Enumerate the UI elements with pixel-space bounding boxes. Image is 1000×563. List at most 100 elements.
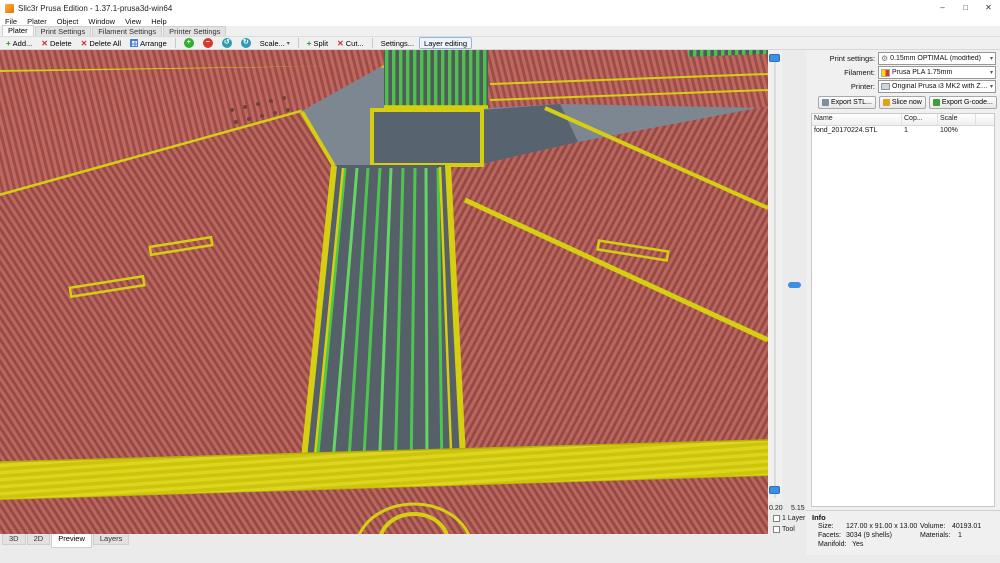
toolbar-separator <box>297 38 299 48</box>
rotate-cw-button[interactable]: ↻ <box>237 37 255 49</box>
manifold-value: Yes <box>852 541 864 548</box>
plater-toolbar: + Add... ✕ Delete ✕ Delete All Arrange +… <box>0 37 1000 50</box>
filament-label: Filament: <box>844 68 875 77</box>
window-controls: – □ ✕ <box>931 0 1000 16</box>
minus-circle-icon: − <box>202 38 213 48</box>
filament-swatch-icon <box>881 68 890 77</box>
export-stl-label: Export STL... <box>831 99 872 106</box>
add-label: Add... <box>12 38 33 48</box>
materials-value: 1 <box>958 532 962 539</box>
column-header-name[interactable]: Name <box>812 114 902 125</box>
tool-row: Tool <box>773 526 795 533</box>
filament-value: Prusa PLA 1.75mm <box>892 69 953 76</box>
info-title: Info <box>812 513 826 522</box>
column-header-scale[interactable]: Scale <box>938 114 976 125</box>
export-gcode-button[interactable]: Export G-code... <box>928 96 997 109</box>
export-stl-button[interactable]: Export STL... <box>818 96 876 109</box>
info-panel: Info Size: 127.00 x 91.00 x 13.00 Volume… <box>806 510 1000 555</box>
delete-button[interactable]: ✕ Delete <box>37 37 75 49</box>
settings-tabbar: Plater Print Settings Filament Settings … <box>0 25 1000 37</box>
slider-handle-high[interactable] <box>769 54 780 62</box>
table-row[interactable]: fond_20170224.STL 1 100% <box>812 126 994 138</box>
scale-label: Scale... <box>259 38 285 48</box>
rotate-ccw-button[interactable]: ↺ <box>218 37 236 49</box>
fewer-copies-button[interactable]: − <box>199 37 217 49</box>
menu-window[interactable]: Window <box>83 17 120 26</box>
one-layer-checkbox[interactable] <box>773 515 780 522</box>
printer-value: Original Prusa i3 MK2 with ZHop <box>892 83 988 90</box>
filament-row: Filament: Prusa PLA 1.75mm ▾ <box>806 66 1000 79</box>
more-copies-button[interactable]: + <box>180 37 198 49</box>
menu-help[interactable]: Help <box>146 17 171 26</box>
splitter-grip[interactable] <box>788 282 801 288</box>
slider-handle-low[interactable] <box>769 486 780 494</box>
split-button[interactable]: + Split <box>303 37 332 49</box>
tool-label: Tool <box>782 526 795 533</box>
tab-print-settings[interactable]: Print Settings <box>34 26 92 36</box>
chevron-down-icon: ▾ <box>989 84 993 90</box>
object-scale-cell: 100% <box>940 127 958 134</box>
tab-filament-settings[interactable]: Filament Settings <box>92 26 163 36</box>
chevron-down-icon: ▾ <box>286 40 290 47</box>
support-block <box>384 50 488 109</box>
gcode-preview-canvas <box>0 50 768 534</box>
rotate-ccw-icon: ↺ <box>221 38 232 48</box>
toolbox-icon <box>882 99 890 106</box>
filament-combo[interactable]: Prusa PLA 1.75mm ▾ <box>878 66 996 79</box>
column-header-filler <box>976 114 994 125</box>
window-title: Slic3r Prusa Edition - 1.37.1-prusa3d-wi… <box>18 3 173 13</box>
export-buttons-row: Export STL... Slice now Export G-code... <box>818 96 997 109</box>
gcode-preview-viewport[interactable] <box>0 50 768 534</box>
minimize-button[interactable]: – <box>931 0 954 16</box>
delete-all-label: Delete All <box>89 38 122 48</box>
facets-value: 3034 (9 shells) <box>846 532 892 539</box>
window-opening <box>370 108 484 167</box>
chevron-down-icon: ▾ <box>989 70 993 76</box>
print-settings-row: Print settings: ⚙ 0.15mm OPTIMAL (modifi… <box>806 52 1000 65</box>
print-settings-label: Print settings: <box>829 54 875 63</box>
facets-label: Facets: <box>818 532 841 539</box>
object-list[interactable]: Name Cop... Scale fond_20170224.STL 1 10… <box>811 113 995 507</box>
print-settings-combo[interactable]: ⚙ 0.15mm OPTIMAL (modified) ▾ <box>878 52 996 65</box>
layer-range-slider[interactable] <box>768 50 782 502</box>
layer-editing-toggle[interactable]: Layer editing <box>419 37 472 49</box>
menubar: File Plater Object Window View Help <box>0 16 1000 26</box>
column-header-copies[interactable]: Cop... <box>902 114 938 125</box>
settings-button[interactable]: Settings... <box>377 37 418 49</box>
plus-circle-icon: + <box>183 38 194 48</box>
export-gcode-label: Export G-code... <box>941 99 993 106</box>
close-button[interactable]: ✕ <box>977 0 1000 16</box>
cut-label: Cut... <box>345 38 364 48</box>
view-tab-3d[interactable]: 3D <box>2 534 26 545</box>
view-tab-preview[interactable]: Preview <box>51 534 92 548</box>
tab-plater[interactable]: Plater <box>2 25 34 36</box>
right-panel: Print settings: ⚙ 0.15mm OPTIMAL (modifi… <box>806 50 1000 555</box>
menu-object[interactable]: Object <box>52 17 84 26</box>
cross-icon: ✕ <box>41 38 48 48</box>
slider-value-high: 5.15 <box>791 505 805 512</box>
titlebar: Slic3r Prusa Edition - 1.37.1-prusa3d-wi… <box>0 0 1000 16</box>
tab-printer-settings[interactable]: Printer Settings <box>163 26 227 36</box>
toolbar-separator <box>174 38 176 48</box>
object-copies-cell: 1 <box>904 127 908 134</box>
view-tabbar: 3D 2D Preview Layers <box>2 534 130 548</box>
cut-button[interactable]: ✕ Cut... <box>333 37 368 49</box>
tool-checkbox[interactable] <box>773 526 780 533</box>
slice-now-button[interactable]: Slice now <box>878 96 926 109</box>
printer-label: Printer: <box>850 82 875 91</box>
cross-icon: ✕ <box>80 38 88 48</box>
menu-view[interactable]: View <box>120 17 146 26</box>
printer-row: Printer: Original Prusa i3 MK2 with ZHop… <box>806 80 1000 93</box>
delete-all-button[interactable]: ✕ Delete All <box>77 37 125 49</box>
add-button[interactable]: + Add... <box>2 37 36 49</box>
stl-box-icon <box>822 99 829 106</box>
printer-combo[interactable]: Original Prusa i3 MK2 with ZHop ▾ <box>878 80 996 93</box>
maximize-button[interactable]: □ <box>954 0 977 16</box>
view-tab-2d[interactable]: 2D <box>26 534 51 545</box>
scale-button[interactable]: Scale... ▾ <box>256 37 294 49</box>
print-settings-value: 0.15mm OPTIMAL (modified) <box>890 55 981 62</box>
slic3r-app-icon <box>5 3 14 13</box>
view-tab-layers[interactable]: Layers <box>92 534 130 545</box>
arrange-button[interactable]: Arrange <box>126 37 171 49</box>
size-value: 127.00 x 91.00 x 13.00 <box>846 523 918 530</box>
